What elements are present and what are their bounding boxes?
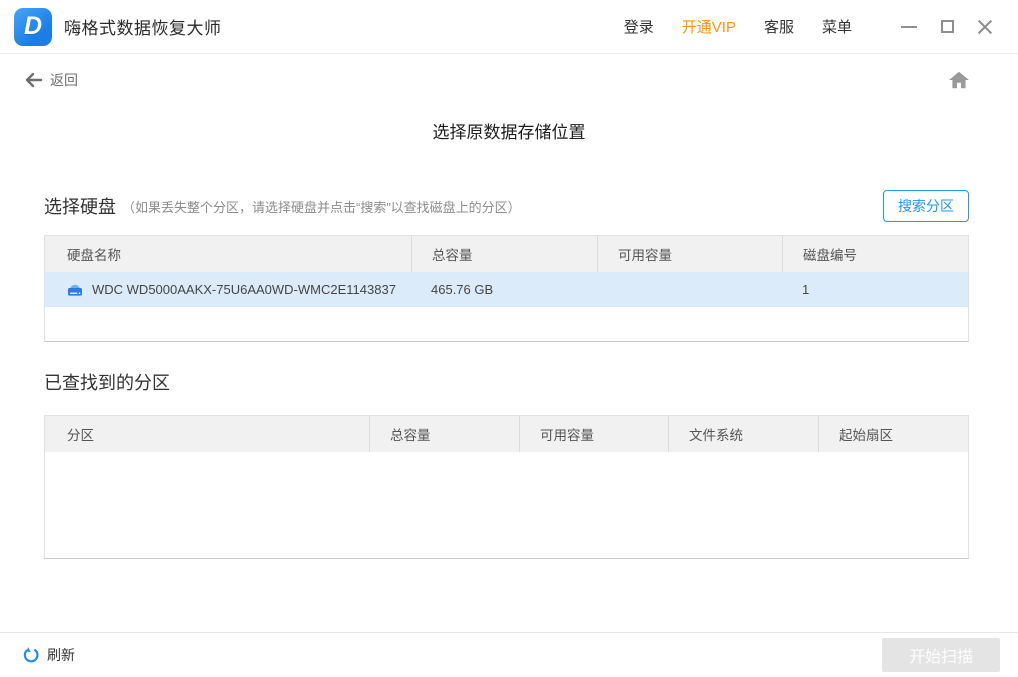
disk-col-name: 硬盘名称 xyxy=(45,236,411,272)
menu-link[interactable]: 菜单 xyxy=(822,16,852,37)
support-link[interactable]: 客服 xyxy=(764,16,794,37)
disk-col-available: 可用容量 xyxy=(597,236,782,272)
home-icon[interactable] xyxy=(948,70,970,90)
partition-table-header: 分区 总容量 可用容量 文件系统 起始扇区 xyxy=(45,416,968,452)
partition-col-filesystem: 文件系统 xyxy=(668,416,818,452)
titlebar: D 嗨格式数据恢复大师 登录 开通VIP 客服 菜单 xyxy=(0,0,1018,54)
partition-col-total: 总容量 xyxy=(369,416,519,452)
minimize-button[interactable] xyxy=(894,12,924,42)
minimize-icon xyxy=(901,26,917,28)
partition-section-heading: 已查找到的分区 xyxy=(44,369,969,395)
disk-name: WDC WD5000AAKX-75U6AA0WD-WMC2E1143837 xyxy=(92,282,396,297)
nav-row: 返回 xyxy=(0,54,1018,106)
main-content: 选择硬盘 （如果丢失整个分区，请选择硬盘并点击“搜索”以查找磁盘上的分区） 搜索… xyxy=(0,190,1018,559)
partition-table: 分区 总容量 可用容量 文件系统 起始扇区 xyxy=(44,415,969,559)
disk-table-empty-area xyxy=(45,307,968,341)
maximize-icon xyxy=(941,20,954,33)
start-scan-button[interactable]: 开始扫描 xyxy=(882,638,1000,672)
close-icon xyxy=(977,19,993,35)
partition-col-startsector: 起始扇区 xyxy=(818,416,968,452)
back-arrow-icon xyxy=(24,71,43,89)
disk-table-header: 硬盘名称 总容量 可用容量 磁盘编号 xyxy=(45,236,968,272)
disk-col-total: 总容量 xyxy=(411,236,597,272)
app-title: 嗨格式数据恢复大师 xyxy=(64,14,222,39)
refresh-button[interactable]: 刷新 xyxy=(22,645,75,665)
disk-table-row[interactable]: WDC WD5000AAKX-75U6AA0WD-WMC2E1143837 46… xyxy=(45,272,968,307)
maximize-button[interactable] xyxy=(932,12,962,42)
search-partition-button[interactable]: 搜索分区 xyxy=(883,190,969,222)
footer-bar: 刷新 开始扫描 xyxy=(0,632,1018,677)
hard-drive-icon xyxy=(67,282,83,297)
refresh-label: 刷新 xyxy=(47,645,75,665)
refresh-icon xyxy=(22,646,40,664)
back-button[interactable]: 返回 xyxy=(24,70,78,90)
close-button[interactable] xyxy=(970,12,1000,42)
app-logo-icon: D xyxy=(14,8,52,46)
window-controls xyxy=(886,12,1000,42)
back-label: 返回 xyxy=(50,70,78,90)
vip-link[interactable]: 开通VIP xyxy=(682,16,736,37)
partition-table-empty-area xyxy=(45,452,968,558)
page-title: 选择原数据存储位置 xyxy=(0,118,1018,143)
app-window: D 嗨格式数据恢复大师 登录 开通VIP 客服 菜单 xyxy=(0,0,1018,677)
disk-available-cell xyxy=(597,272,782,307)
disk-name-cell: WDC WD5000AAKX-75U6AA0WD-WMC2E1143837 xyxy=(45,272,411,307)
disk-section-heading: 选择硬盘 xyxy=(44,193,116,219)
partition-col-name: 分区 xyxy=(45,416,369,452)
disk-col-index: 磁盘编号 xyxy=(782,236,968,272)
disk-section-hint: （如果丢失整个分区，请选择硬盘并点击“搜索”以查找磁盘上的分区） xyxy=(122,197,521,216)
disk-index-cell: 1 xyxy=(782,272,968,307)
disk-section-header: 选择硬盘 （如果丢失整个分区，请选择硬盘并点击“搜索”以查找磁盘上的分区） 搜索… xyxy=(44,190,969,222)
disk-table: 硬盘名称 总容量 可用容量 磁盘编号 WDC WD5000AAKX-75U6AA… xyxy=(44,235,969,342)
partition-col-available: 可用容量 xyxy=(519,416,668,452)
disk-total-cell: 465.76 GB xyxy=(411,272,597,307)
login-link[interactable]: 登录 xyxy=(624,16,654,37)
titlebar-menu: 登录 开通VIP 客服 菜单 xyxy=(596,12,1000,42)
